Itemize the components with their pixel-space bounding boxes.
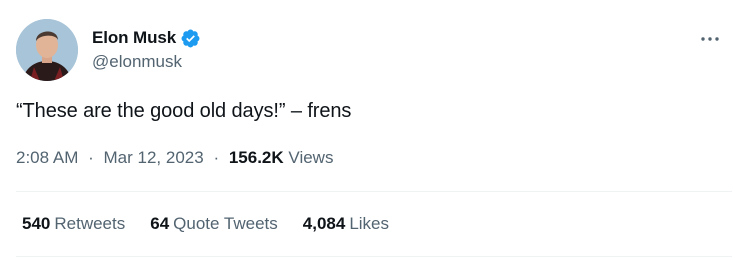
retweets-stat[interactable]: 540 Retweets	[22, 214, 125, 234]
tweet-date[interactable]: Mar 12, 2023	[104, 148, 204, 167]
quote-tweets-stat[interactable]: 64 Quote Tweets	[150, 214, 278, 234]
author-info: Elon Musk @elonmusk	[92, 27, 201, 72]
retweets-label: Retweets	[54, 214, 126, 233]
likes-stat[interactable]: 4,084 Likes	[303, 214, 389, 234]
tweet-text: “These are the good old days!” – frens	[16, 100, 352, 122]
meta-separator: ·	[88, 148, 94, 167]
avatar[interactable]	[16, 19, 78, 81]
divider	[16, 191, 732, 192]
tweet-meta: 2:08 AM · Mar 12, 2023 · 156.2K Views	[16, 148, 333, 168]
meta-separator: ·	[213, 148, 220, 167]
views-label: Views	[288, 148, 334, 167]
likes-count: 4,084	[302, 214, 346, 233]
name-row: Elon Musk	[92, 27, 201, 49]
author-handle[interactable]: @elonmusk	[92, 52, 201, 72]
quote-tweets-label: Quote Tweets	[173, 214, 278, 233]
author-display-name[interactable]: Elon Musk	[92, 28, 176, 48]
retweets-count: 540	[22, 214, 51, 233]
likes-label: Likes	[349, 214, 389, 233]
views-count: 156.2K	[228, 148, 284, 167]
verified-badge-icon	[180, 28, 201, 49]
divider	[16, 256, 732, 257]
more-icon[interactable]	[698, 27, 722, 51]
quote-tweets-count: 64	[150, 214, 170, 233]
tweet-header: Elon Musk @elonmusk	[16, 19, 732, 81]
engagement-stats: 540 Retweets 64 Quote Tweets 4,084 Likes	[22, 214, 414, 234]
tweet-time[interactable]: 2:08 AM	[16, 148, 78, 167]
tweet-card: Elon Musk @elonmusk “These are the good …	[0, 0, 748, 260]
avatar-photo	[16, 19, 78, 81]
